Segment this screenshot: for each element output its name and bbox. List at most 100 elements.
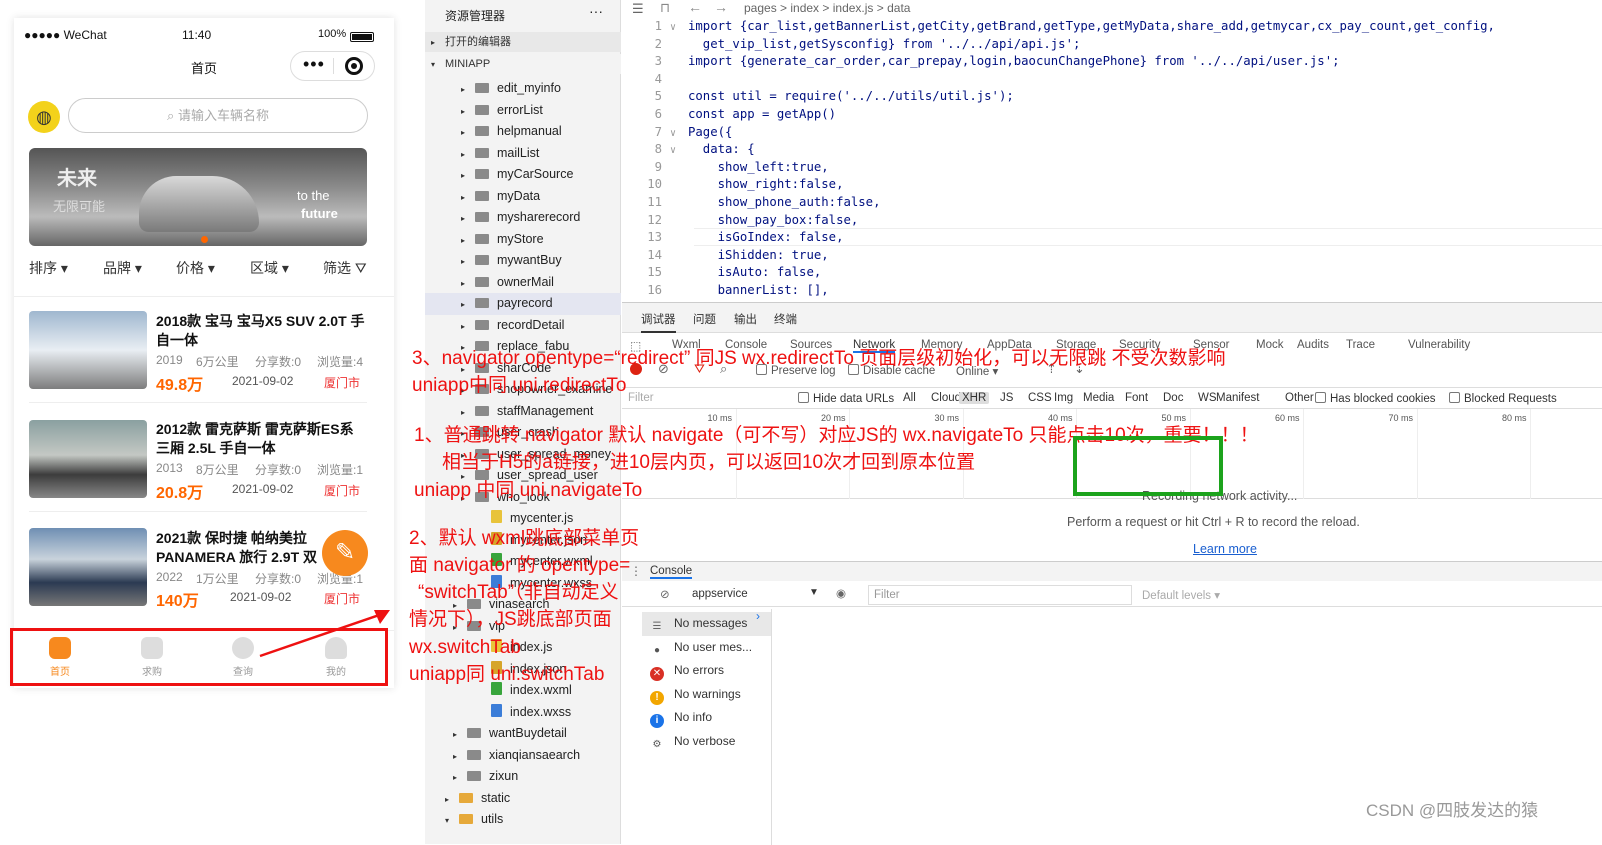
type-filter[interactable]: Img — [1054, 392, 1073, 404]
blocked-requests-checkbox[interactable]: Blocked Requests — [1449, 392, 1557, 405]
type-filter[interactable]: JS — [1000, 392, 1013, 404]
context-caret-icon[interactable]: ▼ — [809, 587, 819, 598]
console-filter-item[interactable]: ⚙ No verbose — [650, 730, 736, 754]
console-filter-input[interactable]: Filter — [868, 585, 1132, 605]
hide-data-urls-checkbox[interactable]: Hide data URLs — [798, 392, 894, 405]
code-line[interactable]: 5 const util = require('../../utils/util.… — [622, 88, 1014, 106]
list-icon[interactable]: ☰ — [632, 1, 644, 17]
console-tab[interactable]: Console — [650, 565, 693, 579]
tree-item[interactable]: ▸ staffManagement — [425, 401, 621, 423]
tree-item[interactable]: ▸ edit_myinfo — [425, 78, 621, 100]
back-arrow-icon[interactable]: ← — [688, 0, 702, 15]
type-filter[interactable]: All — [903, 392, 916, 404]
car-image[interactable] — [29, 528, 147, 606]
type-filter[interactable]: Doc — [1163, 392, 1183, 404]
tree-item[interactable]: ▸ helpmanual — [425, 121, 621, 143]
code-line[interactable]: 9 show_left:true, — [622, 159, 829, 177]
panel-tab[interactable]: Vulnerability — [1408, 339, 1470, 351]
filter-region[interactable]: 区域 ▾ — [250, 258, 289, 278]
console-filter-item[interactable]: ! No warnings — [650, 683, 741, 707]
more-icon[interactable]: ••• — [303, 54, 325, 75]
code-line[interactable]: 8 ∨ data: { — [622, 141, 755, 159]
filter-more[interactable]: 筛选 ⛛ — [323, 258, 367, 278]
code-line[interactable]: 4 — [622, 71, 688, 89]
tree-item[interactable]: ▸ mywantBuy — [425, 250, 621, 272]
tree-item[interactable]: ▸ mailList — [425, 143, 621, 165]
project-section[interactable]: ▾ MINIAPP — [425, 54, 621, 74]
tree-item[interactable]: ▾ utils — [425, 809, 621, 831]
tree-item[interactable]: ▸ myData — [425, 186, 621, 208]
tree-item[interactable]: ▸ ownerMail — [425, 272, 621, 294]
code-line[interactable]: 11 show_phone_auth:false, — [622, 194, 880, 212]
tree-item[interactable]: ▸ payrecord — [425, 293, 621, 315]
banner-carousel[interactable]: 未来 无限可能 to the future — [29, 148, 367, 246]
filter-sort[interactable]: 排序 ▾ — [29, 258, 68, 278]
car-image[interactable] — [29, 311, 147, 389]
code-line[interactable]: 2 get_vip_list,getSysconfig} from '../..… — [622, 36, 1081, 54]
drawer-menu-icon[interactable]: ⋮ — [630, 564, 642, 578]
banner-indicator[interactable] — [201, 236, 208, 243]
tree-item[interactable]: ▸ xianqiansaearch — [425, 745, 621, 767]
tab-debugger[interactable]: 调试器 — [641, 311, 676, 333]
console-filter-item[interactable]: ✕ No errors — [650, 659, 724, 683]
type-filter[interactable]: Other — [1285, 392, 1314, 404]
block-icon[interactable]: ⊘ — [660, 587, 670, 601]
panel-tab[interactable]: Mock — [1256, 339, 1283, 351]
tree-item[interactable]: ▸ errorList — [425, 100, 621, 122]
explorer-more-icon[interactable]: ··· — [589, 3, 603, 19]
tree-item[interactable]: index.wxss — [425, 702, 621, 724]
tree-item[interactable]: ▸ mysharerecord — [425, 207, 621, 229]
has-blocked-cookies-checkbox[interactable]: Has blocked cookies — [1315, 392, 1435, 405]
tree-item[interactable]: ▸ wantBuydetail — [425, 723, 621, 745]
type-filter[interactable]: Font — [1125, 392, 1148, 404]
type-filter[interactable]: WS — [1198, 392, 1217, 404]
console-filter-item[interactable]: i No info — [650, 706, 712, 730]
type-filter[interactable]: CSS — [1028, 392, 1052, 404]
type-filter[interactable]: Cloud — [931, 392, 961, 404]
code-line[interactable]: 3 import {generate_car_order,car_prepay,l… — [622, 53, 1340, 71]
code-line[interactable]: 15 isAuto: false, — [622, 264, 821, 282]
console-filter-item[interactable]: ● No user mes... — [650, 636, 752, 660]
breadcrumb[interactable]: pages > index > index.js > data — [744, 1, 910, 15]
tab-output[interactable]: 输出 — [734, 311, 757, 327]
car-title[interactable]: 2012款 雷克萨斯 雷克萨斯ES系 三厢 2.5L 手自一体 — [156, 420, 366, 458]
type-filter[interactable]: Manifest — [1216, 392, 1259, 404]
capsule-menu[interactable]: ••• — [290, 51, 375, 81]
levels-select[interactable]: Default levels ▾ — [1142, 588, 1220, 602]
car-image[interactable] — [29, 420, 147, 498]
code-line[interactable]: 1 ∨ import {car_list,getBannerList,getCity… — [622, 18, 1495, 36]
tree-item[interactable]: ▸ static — [425, 788, 621, 810]
context-select[interactable]: appservice — [692, 588, 748, 600]
car-title[interactable]: 2018款 宝马 宝马X5 SUV 2.0T 手自一体 — [156, 312, 366, 350]
publish-fab-button[interactable]: ✎ — [322, 530, 368, 576]
code-line[interactable]: 6 const app = getApp() — [622, 106, 836, 124]
tree-item[interactable]: ▸ myStore — [425, 229, 621, 251]
close-capsule-icon[interactable] — [345, 57, 363, 75]
filter-brand[interactable]: 品牌 ▾ — [103, 258, 142, 278]
tree-item[interactable]: ▸ recordDetail — [425, 315, 621, 337]
filter-price[interactable]: 价格 ▾ — [176, 258, 215, 278]
tab-problems[interactable]: 问题 — [693, 311, 716, 327]
tab-terminal[interactable]: 终端 — [774, 311, 797, 327]
network-filter-input[interactable]: Filter — [628, 392, 654, 404]
code-line[interactable]: 12 show_pay_box:false, — [622, 212, 858, 230]
code-line[interactable]: 16 bannerList: [], — [622, 282, 828, 300]
tree-item[interactable]: ▸ myCarSource — [425, 164, 621, 186]
console-filter-item[interactable]: ☰ No messages — [642, 612, 771, 636]
code-line[interactable]: 14 iShidden: true, — [622, 247, 828, 265]
tree-item[interactable]: ▸ zixun — [425, 766, 621, 788]
forward-arrow-icon[interactable]: → — [714, 0, 728, 15]
panel-tab[interactable]: Trace — [1346, 339, 1375, 351]
console-prompt[interactable]: › — [756, 609, 760, 623]
code-line[interactable]: 10 show_right:false, — [622, 176, 843, 194]
panel-tab[interactable]: Audits — [1297, 339, 1329, 351]
search-input[interactable]: ⌕ 请输入车辆名称 — [68, 98, 368, 133]
code-line[interactable]: 7 ∨ Page({ — [622, 124, 733, 142]
open-editors-section[interactable]: ▸ 打开的编辑器 — [425, 32, 621, 52]
learn-more-link[interactable]: Learn more — [1193, 542, 1257, 556]
type-filter[interactable]: XHR — [959, 392, 990, 404]
type-filter[interactable]: Media — [1083, 392, 1114, 404]
code-line[interactable]: 13 isGoIndex: false, — [622, 229, 843, 247]
eye-icon[interactable]: ◉ — [836, 586, 846, 600]
bookmark-icon[interactable]: ⊓ — [660, 0, 670, 16]
